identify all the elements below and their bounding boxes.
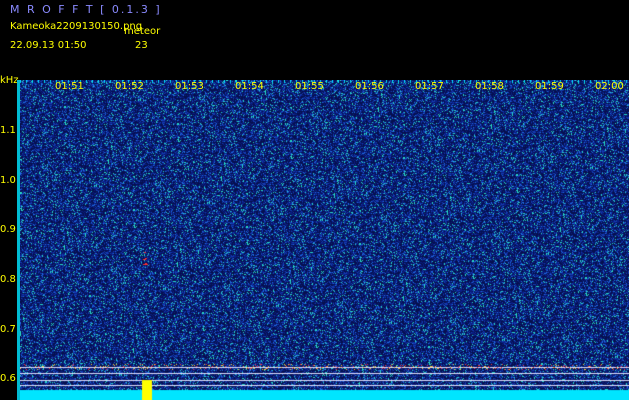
event-count: 23	[135, 40, 148, 51]
header-panel: M R O F F T [ 0.1.3 ] Kameoka2209130150.…	[0, 0, 629, 80]
frequency-tick-label: 0.6	[0, 373, 16, 384]
time-tick-label: 01:56	[355, 81, 384, 92]
time-tick-label: 01:52	[115, 81, 144, 92]
time-tick-label: 01:57	[415, 81, 444, 92]
frequency-tick-label: 0.7	[0, 324, 16, 335]
file-name: Kameoka2209130150.png	[10, 21, 143, 32]
frequency-tick-label: 0.9	[0, 224, 16, 235]
capture-datetime: 22.09.13 01:50	[10, 40, 87, 51]
frequency-tick-label: 1.0	[0, 175, 16, 186]
time-tick-label: 01:55	[295, 81, 324, 92]
frequency-tick-label: 1.1	[0, 125, 16, 136]
spectrogram-canvas	[20, 80, 629, 400]
event-label: meteor	[124, 26, 161, 37]
frequency-unit-label: kHz	[0, 75, 19, 86]
time-tick-label: 01:51	[55, 81, 84, 92]
frequency-tick-label: 0.8	[0, 274, 16, 285]
time-tick-label: 01:53	[175, 81, 204, 92]
time-tick-label: 02:00	[595, 81, 624, 92]
app-title: M R O F F T [ 0.1.3 ]	[10, 3, 162, 16]
frequency-tick-rail	[17, 80, 20, 400]
time-tick-label: 01:59	[535, 81, 564, 92]
time-tick-label: 01:58	[475, 81, 504, 92]
time-tick-label: 01:54	[235, 81, 264, 92]
